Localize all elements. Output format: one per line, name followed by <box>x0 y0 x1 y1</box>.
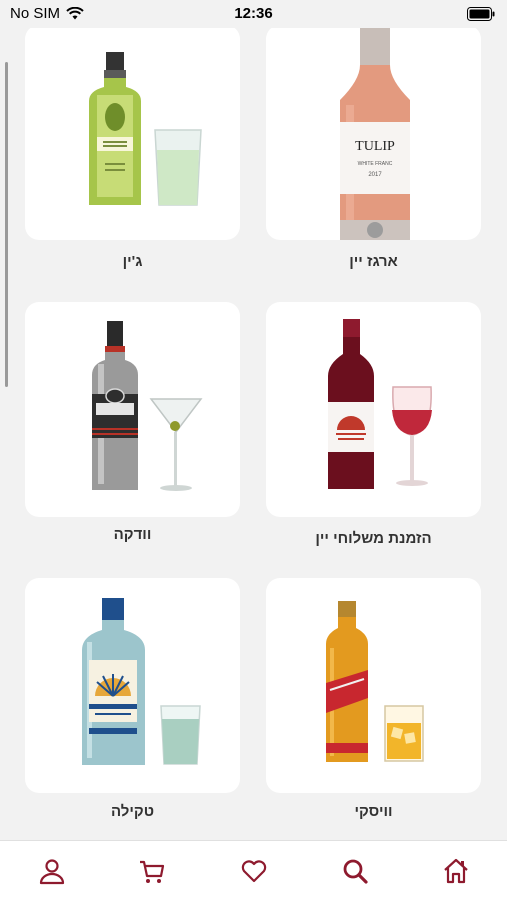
svg-text:WHITE FRANC: WHITE FRANC <box>358 161 393 167</box>
category-card-wine-delivery[interactable] <box>266 302 481 517</box>
category-card-vodka[interactable] <box>25 302 240 517</box>
category-card-gin[interactable] <box>25 25 240 240</box>
rose-wine-bottle-icon: TULIP WHITE FRANC 2017 <box>340 25 410 240</box>
status-bar: No SIM 12:36 <box>0 0 507 28</box>
battery-icon <box>467 7 495 21</box>
category-label[interactable]: טקילה <box>25 803 240 820</box>
category-label[interactable]: וודקה <box>25 526 240 543</box>
user-icon <box>39 859 65 885</box>
category-label[interactable]: וויסקי <box>266 803 481 820</box>
category-label[interactable]: הזמנת משלוחי יין <box>266 530 481 547</box>
red-wine-bottle-icon <box>328 319 432 489</box>
gin-bottle-icon <box>89 52 202 206</box>
heart-icon <box>241 860 267 883</box>
category-grid: TULIP WHITE FRANC 2017 ארגז יין ג'ין הזמ… <box>0 0 507 840</box>
search-icon <box>343 859 368 884</box>
bottle-brand: TULIP <box>355 139 395 154</box>
category-label[interactable]: ג'ין <box>25 253 240 270</box>
tab-cart[interactable] <box>136 855 168 887</box>
home-icon <box>444 858 468 884</box>
scroll-indicator[interactable] <box>5 62 8 387</box>
tab-profile[interactable] <box>36 855 68 887</box>
category-label[interactable]: ארגז יין <box>266 253 481 270</box>
tab-search[interactable] <box>339 855 371 887</box>
tab-favorites[interactable] <box>238 855 270 887</box>
cart-icon <box>140 860 165 883</box>
tab-home[interactable] <box>440 855 472 887</box>
category-card-wine-crate[interactable]: TULIP WHITE FRANC 2017 <box>266 25 481 240</box>
vodka-bottle-icon <box>92 321 203 491</box>
tequila-bottle-icon <box>82 598 201 765</box>
svg-text:2017: 2017 <box>368 172 382 178</box>
category-card-whisky[interactable] <box>266 578 481 793</box>
category-card-tequila[interactable] <box>25 578 240 793</box>
whisky-bottle-icon <box>326 601 424 762</box>
bottom-tab-bar <box>0 840 507 901</box>
clock: 12:36 <box>234 5 273 22</box>
